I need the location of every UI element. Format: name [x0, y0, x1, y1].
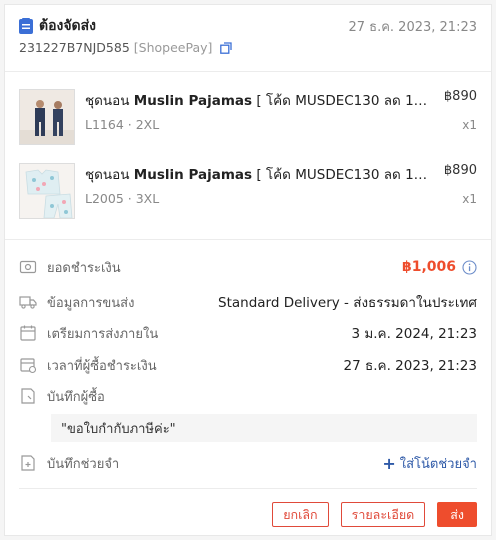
prepare-deadline-label: เตรียมการส่งภายใน [47, 326, 159, 342]
external-link-icon[interactable] [220, 41, 233, 54]
product-name[interactable]: ชุดนอน Muslin Pajamas [ โค้ด MUSDEC130 ล… [85, 89, 430, 111]
payment-total-value: ฿1,006 [401, 259, 456, 275]
product-quantity: x1 [462, 192, 477, 206]
buyer-note-row: บันทึกผู้ซื้อ [19, 385, 477, 407]
wallet-icon [19, 260, 37, 274]
plus-icon: + [382, 453, 396, 473]
clock-calendar-icon [20, 358, 37, 374]
info-icon[interactable] [462, 259, 477, 275]
prepare-deadline-value: 3 ม.ค. 2024, 21:23 [351, 326, 477, 342]
order-date: 27 ธ.ค. 2023, 21:23 [348, 19, 477, 35]
payment-total-row: ยอดชำระเงิน ฿1,006 [19, 256, 477, 278]
paid-time-label: เวลาที่ผู้ซื้อชำระเงิน [47, 358, 157, 374]
cancel-button[interactable]: ยกเลิก [272, 502, 329, 527]
product-price: ฿890 [443, 89, 477, 104]
shipping-value: Standard Delivery - ส่งธรรมดาในประเทศ [218, 295, 477, 311]
shipping-row: ข้อมูลการขนส่ง Standard Delivery - ส่งธร… [19, 291, 477, 313]
pajama-photo-icon [20, 164, 74, 218]
order-status: ต้องจัดส่ง [39, 18, 97, 34]
divider [5, 71, 491, 72]
product-thumbnail[interactable] [19, 89, 75, 145]
shipping-label: ข้อมูลการขนส่ง [47, 295, 135, 311]
order-id[interactable]: 231227B7NJD585 [19, 40, 130, 55]
prepare-deadline-row: เตรียมการส่งภายใน 3 ม.ค. 2024, 21:23 [19, 322, 477, 344]
clipboard-icon [19, 18, 33, 34]
product-thumbnail[interactable] [19, 163, 75, 219]
product-variant: L1164 · 2XL [85, 117, 160, 132]
buyer-note-text: "ขอใบกำกับภาษีค่ะ" [61, 421, 176, 437]
seller-note-label: บันทึกช่วยจำ [47, 456, 120, 472]
paid-time-value: 27 ธ.ค. 2023, 21:23 [343, 358, 477, 374]
add-note-link[interactable]: + ใส่โน้ตช่วยจำ [382, 453, 477, 474]
note-icon [21, 388, 35, 404]
details-button[interactable]: รายละเอียด [340, 502, 426, 527]
payment-total-label: ยอดชำระเงิน [47, 260, 121, 276]
add-note-label: ใส่โน้ตช่วยจำ [399, 456, 477, 472]
product-item[interactable]: ชุดนอน Muslin Pajamas [ โค้ด MUSDEC130 ล… [19, 163, 477, 221]
product-quantity: x1 [462, 118, 477, 132]
truck-icon [19, 296, 37, 309]
ship-button[interactable]: ส่ง [437, 502, 477, 527]
product-item[interactable]: ชุดนอน Muslin Pajamas [ โค้ด MUSDEC130 ล… [19, 89, 477, 147]
paid-time-row: เวลาที่ผู้ซื้อชำระเงิน 27 ธ.ค. 2023, 21:… [19, 354, 477, 376]
product-name[interactable]: ชุดนอน Muslin Pajamas [ โค้ด MUSDEC130 ล… [85, 163, 430, 185]
buyer-note-label: บันทึกผู้ซื้อ [47, 389, 105, 405]
seller-note-row: บันทึกช่วยจำ + ใส่โน้ตช่วยจำ [19, 452, 477, 474]
product-variant: L2005 · 3XL [85, 191, 160, 206]
divider [19, 488, 477, 489]
pajama-photo-icon [20, 90, 74, 144]
buyer-note-box: "ขอใบกำกับภาษีค่ะ" [51, 414, 477, 442]
divider [5, 239, 491, 240]
calendar-icon [20, 325, 36, 341]
memo-add-icon [21, 455, 35, 471]
action-bar: ยกเลิก รายละเอียด ส่ง [272, 502, 477, 528]
order-card: ต้องจัดส่ง 27 ธ.ค. 2023, 21:23 231227B7N… [4, 4, 492, 536]
order-header: ต้องจัดส่ง 27 ธ.ค. 2023, 21:23 231227B7N… [19, 15, 477, 61]
payment-tag: [ShopeePay] [133, 40, 213, 55]
product-price: ฿890 [443, 163, 477, 178]
